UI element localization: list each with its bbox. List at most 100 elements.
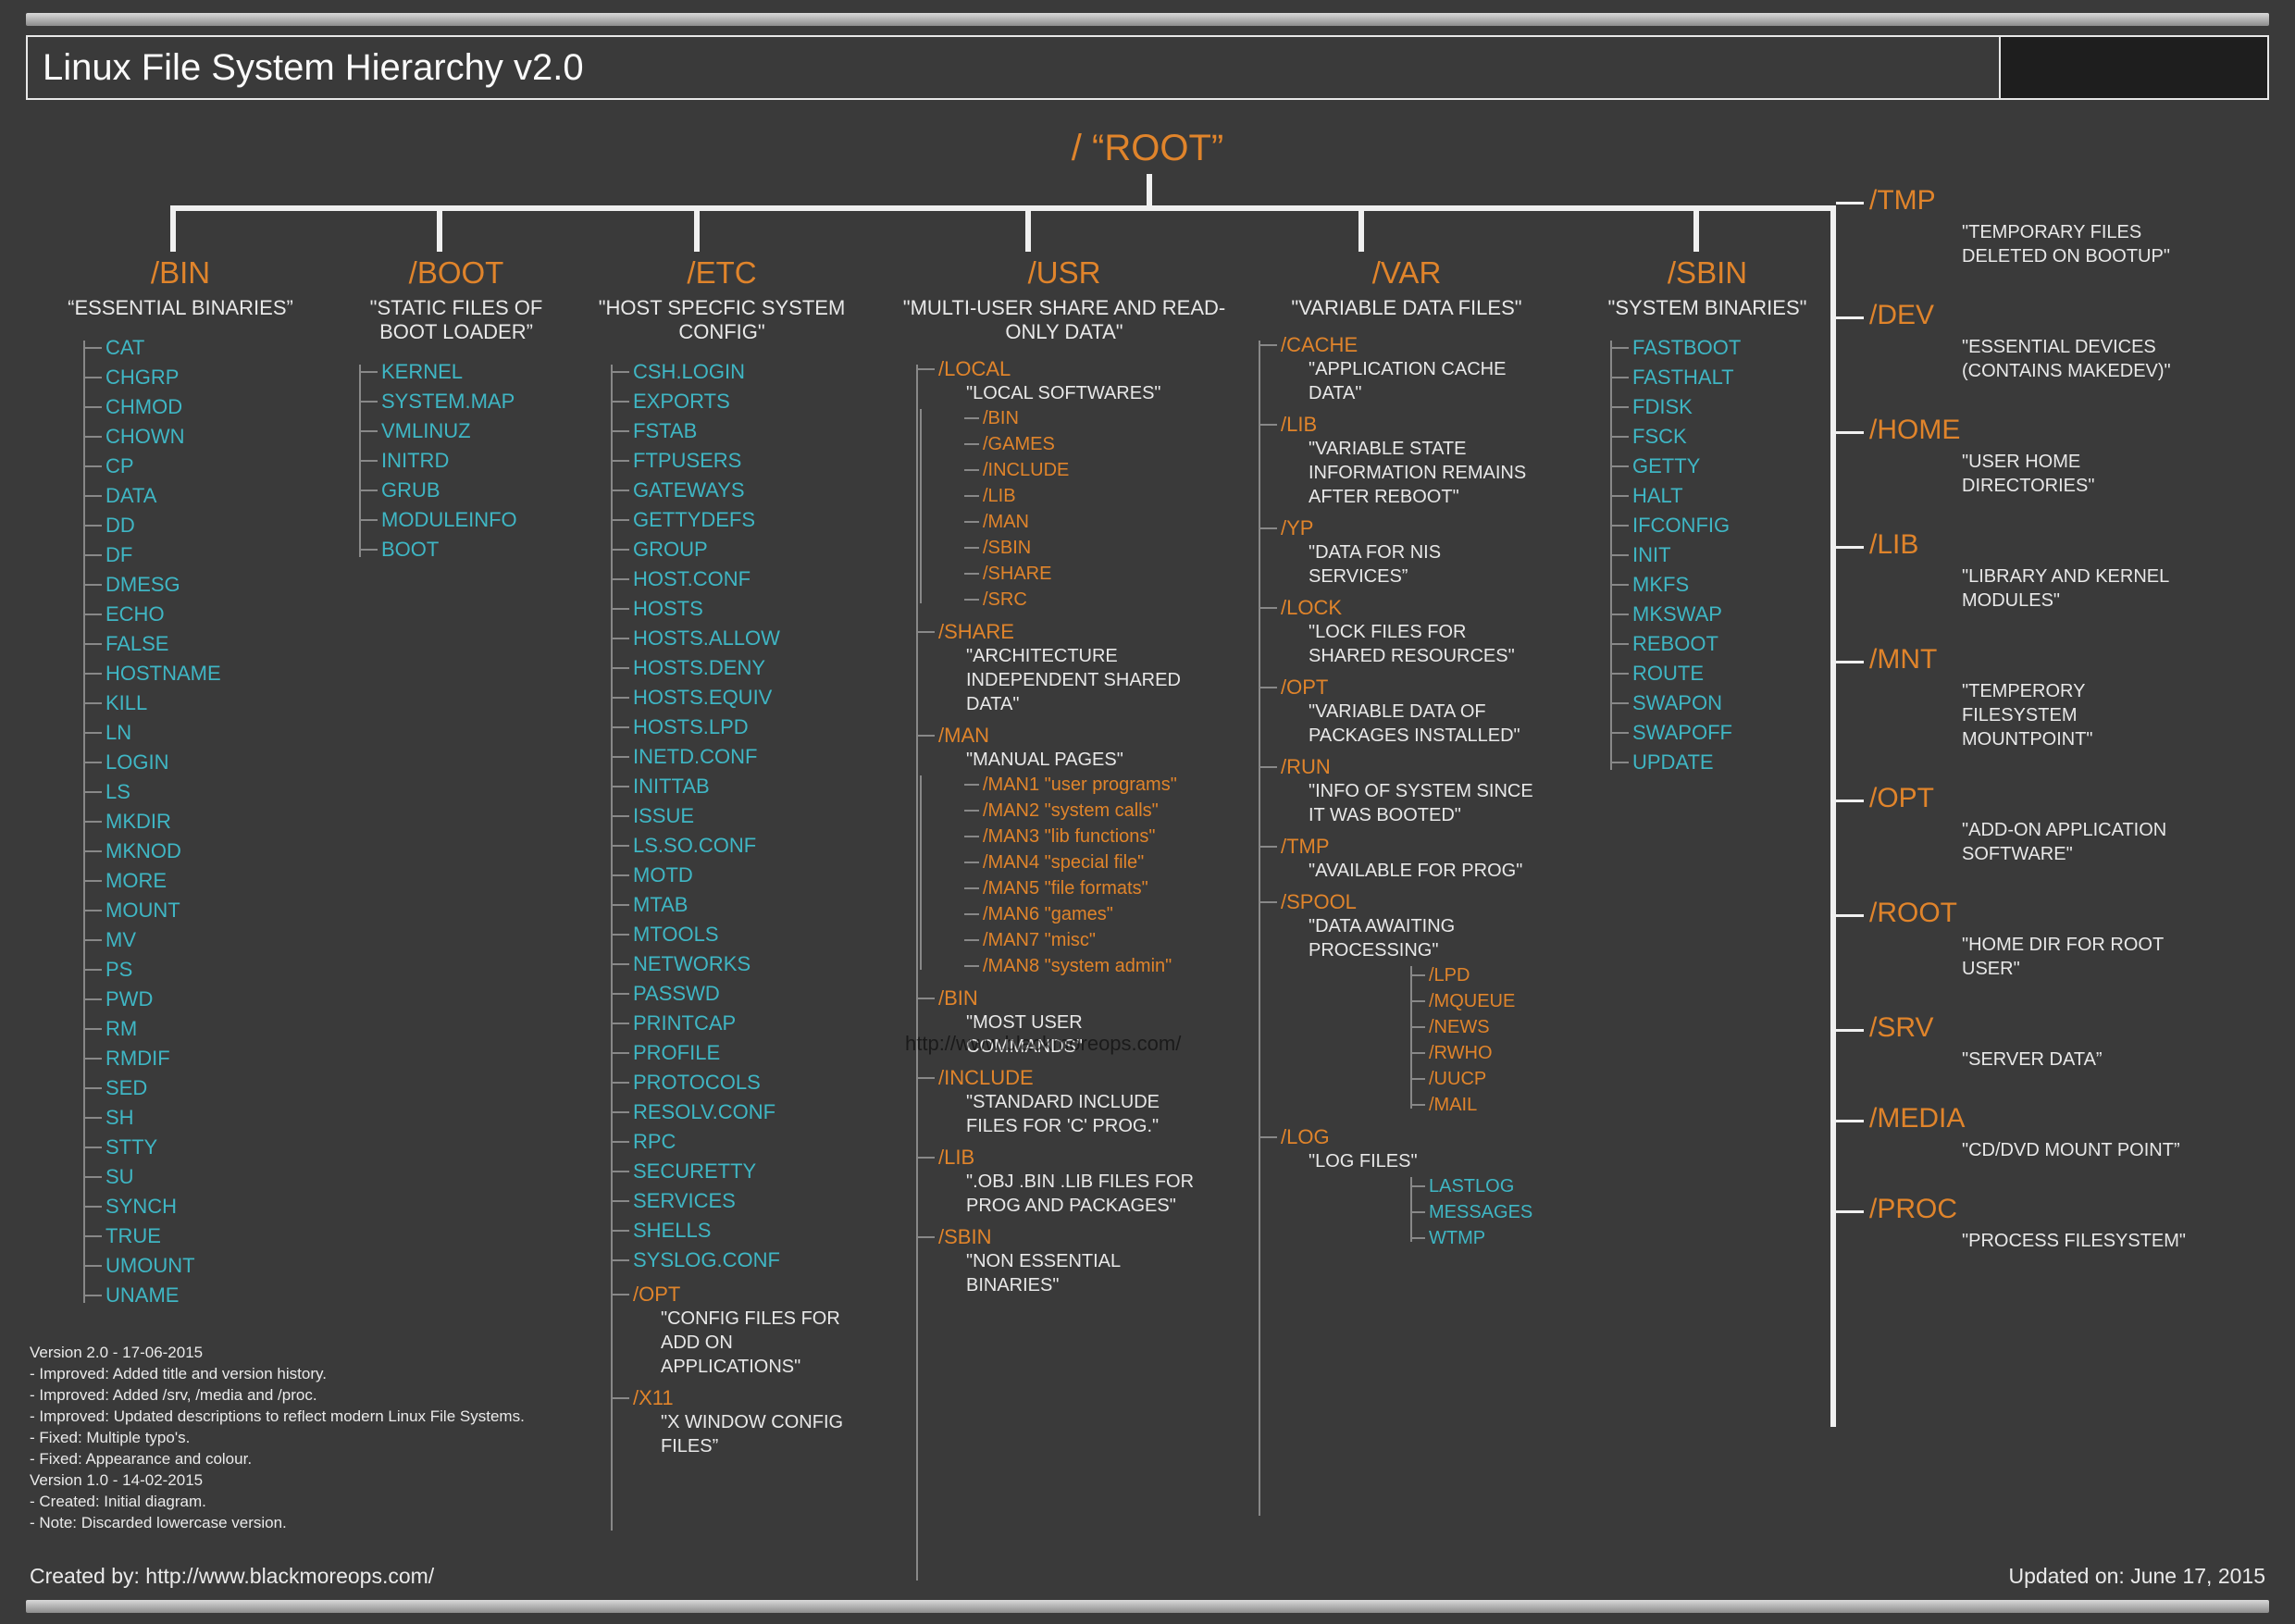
dir-item: SYSLOG.CONF [633, 1246, 851, 1275]
watermark: http://www.blackmoreops.com/ [905, 1032, 1181, 1056]
dir-item: DD [105, 511, 296, 540]
dir-item: GATEWAYS [633, 476, 851, 505]
dir-item: DMESG [105, 570, 296, 600]
dir-item: INIT [1632, 540, 1823, 570]
side-dir-head: /SRV [1869, 1012, 2202, 1044]
dir-item: DATA [105, 481, 296, 511]
sub-item: /MAN2 "system calls" [983, 798, 1231, 824]
changelog: Version 2.0 - 17-06-2015- Improved: Adde… [30, 1342, 525, 1533]
side-dir: /PROC"PROCESS FILESYSTEM" [1869, 1194, 2202, 1253]
dir-item: SYNCH [105, 1192, 296, 1221]
dir-item: PS [105, 955, 296, 985]
side-dir-head: /HOME [1869, 415, 2202, 446]
side-dir-head: /ROOT [1869, 898, 2202, 929]
side-dir: /HOME "USER HOME DIRECTORIES" [1869, 415, 2202, 498]
col-sbin-desc: "SYSTEM BINARIES" [1592, 296, 1823, 320]
dir-item: SERVICES [633, 1186, 851, 1216]
sub-dir: /LIB [1281, 413, 1573, 437]
col-var: /VAR "VARIABLE DATA FILES" /CACHE"APPLIC… [1240, 255, 1573, 1251]
dir-item: CP [105, 452, 296, 481]
sub-dir-desc: "VARIABLE STATE INFORMATION REMAINS AFTE… [1281, 437, 1540, 509]
sub-item: /MAIL [1429, 1092, 1573, 1118]
side-dir-head: /OPT [1869, 783, 2202, 814]
dir-item: FDISK [1632, 392, 1823, 422]
dir-item: ECHO [105, 600, 296, 629]
dir-item: GRUB [381, 476, 572, 505]
sub-dir: /LOCAL [938, 357, 1231, 381]
sub-dir-desc: "DATA AWAITING PROCESSING" [1281, 914, 1540, 962]
dir-item: MKSWAP [1632, 600, 1823, 629]
sub-items: /LPD/MQUEUE/NEWS/RWHO/UUCP/MAIL [1281, 962, 1573, 1118]
sub-dir: /SHARE [938, 620, 1231, 644]
sub-items: /BIN/GAMES/INCLUDE/LIB/MAN/SBIN/SHARE/SR… [938, 405, 1231, 613]
dir-item: REBOOT [1632, 629, 1823, 659]
sub-dir: /CACHE [1281, 333, 1573, 357]
updated-on: Updated on: June 17, 2015 [2008, 1564, 2265, 1589]
side-dir: /MEDIA"CD/DVD MOUNT POINT” [1869, 1103, 2202, 1162]
sub-dir: /SPOOL [1281, 890, 1573, 914]
side-dir-desc: "TEMPORARY FILES DELETED ON BOOTUP" [1869, 220, 2202, 268]
col-etc-desc: "HOST SPECFIC SYSTEM CONFIG" [592, 296, 851, 344]
sub-dir-desc: "DATA FOR NIS SERVICES” [1281, 540, 1540, 589]
dir-item: HOST.CONF [633, 564, 851, 594]
col-sbin-items: FASTBOOTFASTHALTFDISKFSCKGETTYHALTIFCONF… [1592, 333, 1823, 777]
dir-item: LS [105, 777, 296, 807]
tree-subline [920, 409, 922, 603]
changelog-line: Version 1.0 - 14-02-2015 [30, 1469, 525, 1491]
sub-dir: /LOCK [1281, 596, 1573, 620]
col-sbin: /SBIN "SYSTEM BINARIES" FASTBOOTFASTHALT… [1592, 255, 1823, 777]
dir-item: FSCK [1632, 422, 1823, 452]
sub-dir-desc: "CONFIG FILES FOR ADD ON APPLICATIONS" [633, 1307, 851, 1379]
sub-dir: /MAN [938, 724, 1231, 748]
dir-item: HOSTS [633, 594, 851, 624]
col-var-desc: "VARIABLE DATA FILES" [1240, 296, 1573, 320]
changelog-line: - Improved: Updated descriptions to refl… [30, 1406, 525, 1427]
side-dir-head: /TMP [1869, 185, 2202, 217]
sub-item: /SRC [983, 587, 1231, 613]
sub-dir: /LOG [1281, 1125, 1573, 1149]
col-usr: /USR "MULTI-USER SHARE AND READ-ONLY DAT… [898, 255, 1231, 1297]
sub-dir: /YP [1281, 516, 1573, 540]
sub-item: /GAMES [983, 431, 1231, 457]
dir-item: RMDIF [105, 1044, 296, 1073]
sub-dir: /BIN [938, 986, 1231, 1010]
side-dir-desc: "ESSENTIAL DEVICES (CONTAINS MAKEDEV)" [1869, 335, 2202, 383]
side-dir-desc: "USER HOME DIRECTORIES" [1869, 450, 2202, 498]
sub-items: LASTLOGMESSAGESWTMP [1281, 1173, 1573, 1251]
side-list: /TMP"TEMPORARY FILES DELETED ON BOOTUP" /… [1869, 185, 2202, 1284]
side-dir: /OPT"ADD-ON APPLICATION SOFTWARE" [1869, 783, 2202, 866]
col-bin-items: CATCHGRPCHMODCHOWNCPDATADDDFDMESGECHOFAL… [65, 333, 296, 1310]
col-bin-head: /BIN [65, 255, 296, 291]
changelog-line: - Fixed: Appearance and colour. [30, 1448, 525, 1469]
dir-item: PROFILE [633, 1038, 851, 1068]
sub-dir: /RUN [1281, 755, 1573, 779]
dir-item: SU [105, 1162, 296, 1192]
sub-dir: /INCLUDE [938, 1066, 1231, 1090]
dir-item: CHOWN [105, 422, 296, 452]
sub-item: /MAN8 "system admin" [983, 953, 1231, 979]
dir-item: KERNEL [381, 357, 572, 387]
side-dir-head: /MEDIA [1869, 1103, 2202, 1134]
dir-item: CSH.LOGIN [633, 357, 851, 387]
dir-item: MTAB [633, 890, 851, 920]
dir-item: UNAME [105, 1281, 296, 1310]
dir-item: SECURETTY [633, 1157, 851, 1186]
dir-item: EXPORTS [633, 387, 851, 416]
dir-item: DF [105, 540, 296, 570]
dir-item: INITRD [381, 446, 572, 476]
side-dir-desc: "LIBRARY AND KERNEL MODULES" [1869, 564, 2202, 613]
dir-item: HOSTS.LPD [633, 713, 851, 742]
changelog-line: Version 2.0 - 17-06-2015 [30, 1342, 525, 1363]
side-dir-desc: "HOME DIR FOR ROOT USER" [1869, 933, 2202, 981]
sub-item: /LIB [983, 483, 1231, 509]
dir-item: HOSTNAME [105, 659, 296, 688]
tree-subline [1259, 341, 1260, 1516]
sub-item: /NEWS [1429, 1014, 1573, 1040]
dir-item: MKNOD [105, 837, 296, 866]
changelog-line: - Note: Discarded lowercase version. [30, 1512, 525, 1533]
sub-item: /MAN [983, 509, 1231, 535]
side-dir-head: /PROC [1869, 1194, 2202, 1225]
dir-item: MOTD [633, 861, 851, 890]
sub-dir-desc: "LOCK FILES FOR SHARED RESOURCES" [1281, 620, 1540, 668]
dir-item: UPDATE [1632, 748, 1823, 777]
